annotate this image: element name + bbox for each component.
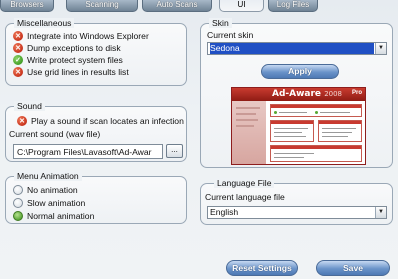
preview-panel-bar	[271, 105, 361, 108]
skin-preview-image: Ad-Aware 2008 Pro	[231, 87, 366, 165]
current-skin-label: Current skin	[207, 30, 254, 40]
preview-logo: Ad-Aware 2008	[272, 89, 342, 99]
option-label: Integrate into Windows Explorer	[27, 31, 149, 41]
preview-panel-bar	[319, 121, 361, 124]
preview-definitions-panel	[270, 120, 314, 142]
preview-text-line	[274, 128, 308, 129]
current-sound-label: Current sound (wav file)	[9, 129, 101, 139]
preview-sidebar	[232, 101, 266, 164]
apply-button[interactable]: Apply	[261, 64, 339, 79]
tab-label: UI	[237, 0, 246, 9]
preview-text-line	[279, 112, 307, 113]
preview-text-line	[322, 128, 356, 129]
preview-panel-bar	[271, 121, 313, 124]
language-select[interactable]: English ▼	[207, 206, 387, 219]
tab-log-files[interactable]: Log Files	[268, 0, 318, 12]
option-grid-lines[interactable]: ✕ Use grid lines in results list	[13, 66, 129, 78]
tab-label: Log Files	[276, 0, 310, 9]
preview-text-line	[322, 136, 348, 137]
radio-icon[interactable]	[13, 185, 23, 195]
x-icon[interactable]: ✕	[13, 43, 23, 53]
preview-logo-year: 2008	[324, 90, 343, 98]
tab-label: Auto Scans	[156, 0, 198, 9]
radio-label: Normal animation	[27, 211, 95, 221]
reset-settings-button[interactable]: Reset Settings	[226, 260, 298, 276]
tab-browsers[interactable]: Browsers	[0, 0, 54, 12]
radio-selected-icon[interactable]	[13, 211, 23, 221]
x-icon[interactable]: ✕	[13, 67, 23, 77]
preview-text-line	[274, 157, 304, 158]
skin-select[interactable]: Sedona ▼	[207, 42, 387, 55]
browse-sound-button[interactable]: ...	[166, 144, 183, 158]
radio-icon[interactable]	[13, 198, 23, 208]
sound-file-field[interactable]: C:\Program Files\Lavasoft\Ad-Awar	[13, 144, 163, 159]
preview-text-line	[320, 112, 350, 113]
language-title: Language File	[214, 178, 275, 188]
miscellaneous-title: Miscellaneous	[14, 18, 75, 28]
preview-text-line	[274, 136, 306, 137]
option-dump-exceptions[interactable]: ✕ Dump exceptions to disk	[13, 42, 121, 54]
skin-select-value: Sedona	[210, 43, 374, 54]
tab-bar: Browsers Scanning Auto Scans UI Log File…	[0, 0, 398, 13]
menu-animation-title: Menu Animation	[14, 171, 82, 181]
radio-normal-animation[interactable]: Normal animation	[13, 210, 94, 222]
tab-ui[interactable]: UI	[219, 0, 264, 12]
x-icon[interactable]: ✕	[13, 31, 23, 41]
preview-text-line	[322, 132, 352, 133]
check-icon	[315, 111, 318, 114]
preview-nav-line	[236, 107, 260, 109]
preview-license-panel	[270, 145, 362, 162]
preview-text-line	[274, 132, 302, 133]
preview-nav-line	[236, 113, 256, 115]
current-language-label: Current language file	[205, 192, 285, 202]
tab-auto-scans[interactable]: Auto Scans	[142, 0, 212, 12]
save-button[interactable]: Save	[316, 260, 390, 276]
option-play-sound[interactable]: ✕ Play a sound if scan locates an infect…	[17, 115, 184, 127]
skin-title: Skin	[209, 18, 232, 28]
miscellaneous-group: Miscellaneous ✕ Integrate into Windows E…	[5, 18, 187, 86]
preview-status-panel	[270, 104, 362, 117]
chevron-down-icon[interactable]: ▼	[375, 43, 386, 54]
option-write-protect[interactable]: ✓ Write protect system files	[13, 54, 123, 66]
option-label: Dump exceptions to disk	[27, 43, 121, 53]
option-label: Play a sound if scan locates an infectio…	[31, 116, 184, 126]
check-icon	[274, 111, 277, 114]
chevron-down-icon[interactable]: ▼	[375, 207, 386, 218]
preview-panel-bar	[271, 146, 361, 149]
menu-animation-group: Menu Animation No animation Slow animati…	[5, 171, 187, 224]
sound-group: Sound ✕ Play a sound if scan locates an …	[5, 101, 187, 162]
check-icon[interactable]: ✓	[13, 55, 23, 65]
option-label: Write protect system files	[27, 55, 123, 65]
language-group: Language File Current language file Engl…	[200, 178, 393, 225]
preview-header: Ad-Aware 2008 Pro	[232, 88, 365, 101]
preview-logo-text: Ad-Aware	[272, 89, 322, 99]
sound-title: Sound	[14, 101, 45, 111]
tab-scanning[interactable]: Scanning	[66, 0, 138, 12]
radio-slow-animation[interactable]: Slow animation	[13, 197, 85, 209]
tab-label: Browsers	[10, 0, 44, 9]
option-label: Use grid lines in results list	[27, 67, 129, 77]
preview-edition: Pro	[351, 90, 362, 96]
radio-no-animation[interactable]: No animation	[13, 184, 78, 196]
x-icon[interactable]: ✕	[17, 116, 27, 126]
tab-label: Scanning	[85, 0, 119, 9]
preview-text-line	[274, 153, 314, 154]
preview-nav-line	[236, 125, 254, 127]
preview-nav-line	[236, 119, 258, 121]
language-select-value: English	[210, 207, 239, 217]
radio-label: No animation	[27, 185, 78, 195]
radio-label: Slow animation	[27, 198, 86, 208]
option-integrate-explorer[interactable]: ✕ Integrate into Windows Explorer	[13, 30, 149, 42]
preview-system-scan-panel	[318, 120, 362, 142]
